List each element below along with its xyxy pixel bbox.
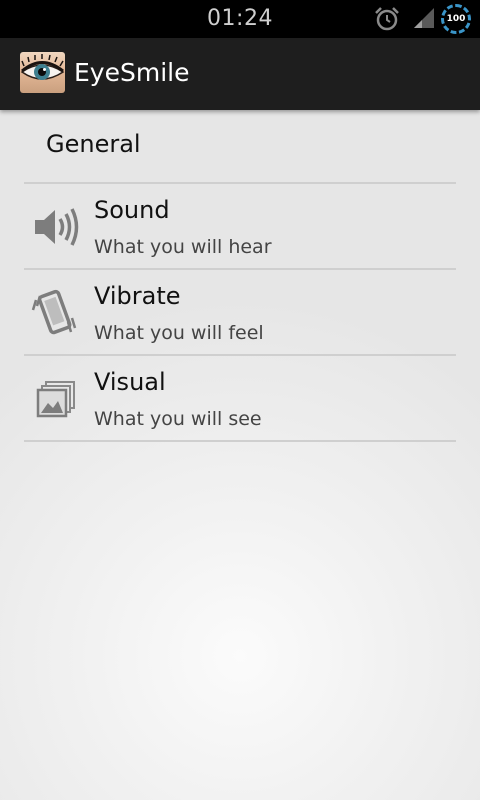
pref-title-vibrate: Vibrate [94,282,181,310]
battery-level: 100 [446,14,466,24]
category-general: General [46,130,141,158]
pref-item-sound[interactable]: Sound What you will hear [24,184,456,268]
pref-title-visual: Visual [94,368,166,396]
eye-app-icon[interactable] [20,52,65,93]
action-bar: EyeSmile [0,38,480,110]
pref-title-sound: Sound [94,196,170,224]
vibrate-phone-icon [31,289,77,335]
pref-item-vibrate[interactable]: Vibrate What you will feel [24,270,456,354]
battery-icon: 100 [441,4,471,34]
eye-graphic [20,54,65,80]
status-time: 01:24 [207,6,273,31]
pref-summary-sound: What you will hear [94,236,272,258]
alarm-icon [375,7,399,31]
status-bar: 01:24 100 [0,0,480,38]
speaker-icon [35,208,79,246]
divider [24,440,456,442]
pref-item-visual[interactable]: Visual What you will see [24,356,456,440]
pref-summary-vibrate: What you will feel [94,322,264,344]
signal-icon [414,8,434,28]
pref-summary-visual: What you will see [94,408,262,430]
app-title: EyeSmile [74,58,190,87]
image-stack-icon [36,381,75,418]
